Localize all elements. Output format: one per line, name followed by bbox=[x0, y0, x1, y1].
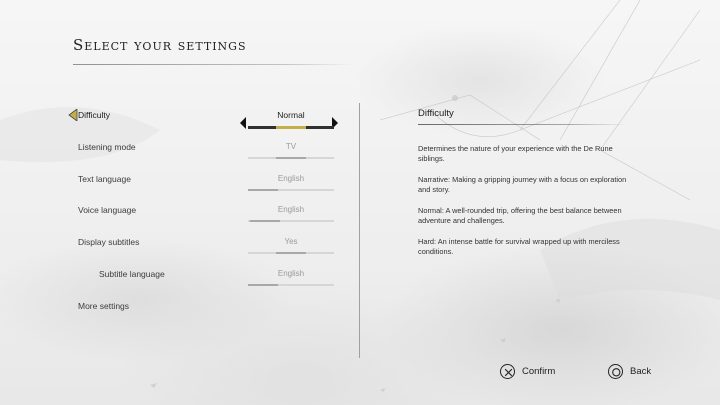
option-slider[interactable] bbox=[248, 156, 334, 159]
setting-row-voice-language[interactable]: Voice language English bbox=[68, 199, 348, 231]
setting-value: Normal bbox=[277, 110, 305, 120]
cross-button-icon bbox=[500, 363, 515, 379]
description-paragraph: Narrative: Making a gripping journey wit… bbox=[418, 175, 627, 194]
setting-row-text-language[interactable]: Text language English bbox=[68, 168, 348, 200]
back-button[interactable]: Back bbox=[608, 363, 651, 379]
setting-value: English bbox=[277, 268, 305, 278]
settings-list: Difficulty Normal Listening mode TV Text… bbox=[68, 104, 348, 327]
description-paragraph: Determines the nature of your experience… bbox=[418, 144, 613, 163]
option-slider-fill bbox=[248, 188, 278, 191]
confirm-button[interactable]: Confirm bbox=[500, 363, 555, 379]
back-label: Back bbox=[630, 365, 652, 377]
description-paragraph: Normal: A well-rounded trip, offering th… bbox=[418, 206, 622, 225]
option-slider-fill bbox=[276, 156, 306, 159]
setting-row-display-subtitles[interactable]: Display subtitles Yes bbox=[68, 231, 348, 263]
option-slider-fill bbox=[276, 126, 306, 129]
setting-label: Listening mode bbox=[78, 141, 136, 152]
setting-row-subtitle-language[interactable]: Subtitle language English bbox=[68, 263, 348, 295]
panel-divider bbox=[359, 103, 360, 358]
option-slider[interactable] bbox=[248, 220, 334, 223]
setting-row-difficulty[interactable]: Difficulty Normal bbox=[68, 104, 348, 136]
setting-value: English bbox=[277, 205, 305, 215]
setting-row-more-settings[interactable]: More settings bbox=[68, 295, 348, 327]
description-underline bbox=[418, 124, 628, 125]
setting-label: Text language bbox=[78, 173, 131, 184]
description-body: Determines the nature of your experience… bbox=[418, 144, 638, 257]
setting-value: TV bbox=[285, 141, 297, 151]
description-panel: Difficulty Determines the nature of your… bbox=[418, 108, 638, 268]
option-slider[interactable] bbox=[248, 188, 334, 191]
confirm-label: Confirm bbox=[522, 365, 556, 377]
description-title: Difficulty bbox=[418, 108, 454, 119]
option-slider[interactable] bbox=[248, 283, 334, 286]
setting-label: Difficulty bbox=[78, 110, 110, 120]
page-title: Select your settings bbox=[73, 36, 247, 54]
title-underline bbox=[73, 64, 353, 65]
setting-value: English bbox=[277, 173, 305, 183]
option-slider[interactable] bbox=[248, 252, 334, 255]
option-slider-fill bbox=[276, 252, 306, 255]
option-slider-fill bbox=[250, 220, 281, 223]
circle-button-icon bbox=[608, 363, 623, 379]
description-paragraph: Hard: An intense battle for survival wra… bbox=[418, 237, 620, 256]
setting-label: More settings bbox=[78, 300, 130, 311]
setting-value: Yes bbox=[284, 237, 298, 247]
selection-diamond-icon bbox=[68, 109, 78, 121]
setting-label: Display subtitles bbox=[78, 237, 140, 248]
option-slider-fill bbox=[248, 283, 278, 286]
setting-label: Voice language bbox=[78, 205, 137, 216]
option-slider[interactable] bbox=[248, 126, 334, 129]
setting-label: Subtitle language bbox=[99, 268, 165, 279]
setting-row-listening-mode[interactable]: Listening mode TV bbox=[68, 136, 348, 168]
arrow-left-icon[interactable] bbox=[240, 117, 246, 129]
